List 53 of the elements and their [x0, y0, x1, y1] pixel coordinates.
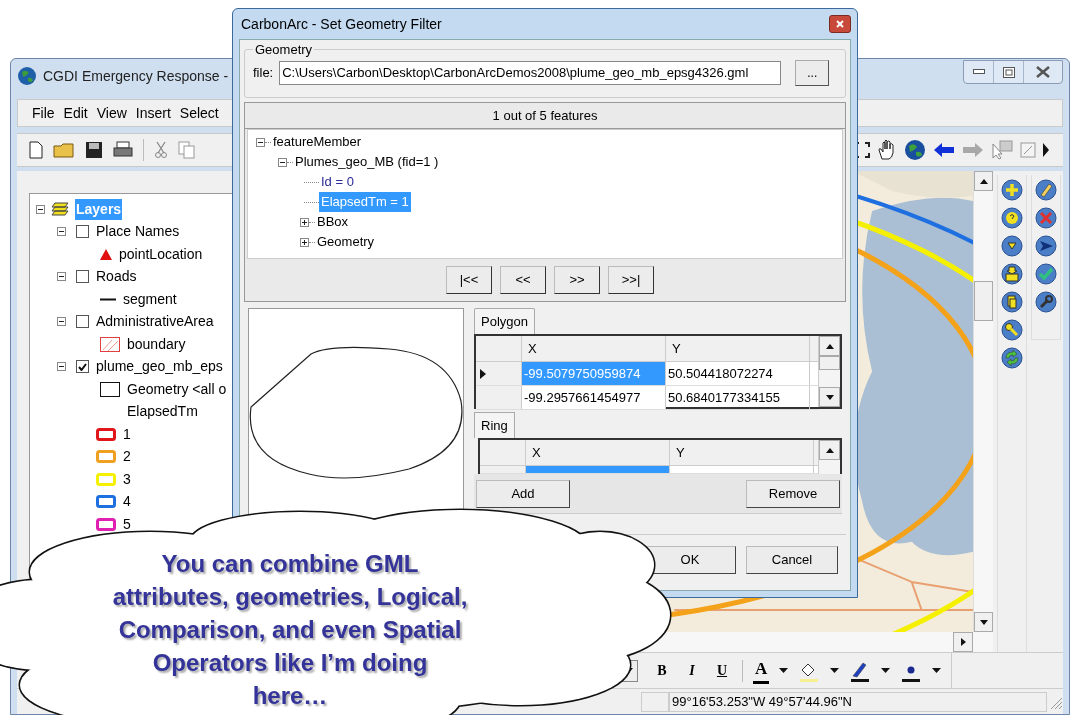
layer-item[interactable]: Place Names	[95, 221, 181, 243]
menu-item[interactable]: Select	[179, 102, 219, 124]
remove-button[interactable]: Remove	[746, 479, 840, 508]
menu-item[interactable]: Edit	[63, 102, 88, 124]
table-cell[interactable]: 50.6840177334155	[666, 386, 810, 409]
tree-item[interactable]: Id = 0	[319, 172, 356, 192]
italic-button[interactable]: I	[682, 659, 702, 682]
legend-item[interactable]: boundary	[126, 333, 187, 355]
legend-item[interactable]: 1	[122, 423, 132, 445]
tab[interactable]: Ring	[474, 412, 515, 438]
coordinates-text: 99°16'53.253"W 49°57'44.96"N	[669, 691, 1047, 712]
navigation-button[interactable]: >>|	[608, 266, 654, 294]
navigation-button[interactable]: >>	[554, 266, 600, 294]
callout-text: You can combine GML attributes, geometries, Logical, Comparison, and even Spatial Operators like I’m doing here…	[112, 549, 468, 711]
font-color-button[interactable]: A	[753, 657, 770, 684]
legend-item[interactable]: pointLocation	[118, 243, 204, 265]
legend-item[interactable]: Geometry <all o	[126, 378, 228, 400]
group-label: Geometry	[254, 41, 314, 59]
tree-item[interactable]: BBox	[315, 212, 351, 232]
tree-item[interactable]: featureMember	[271, 132, 364, 152]
tab[interactable]: Polygon	[474, 308, 535, 334]
legend-item[interactable]: ElapsedTm	[126, 401, 199, 423]
cancel-button[interactable]: Cancel	[746, 545, 838, 574]
menu-item[interactable]: View	[96, 102, 127, 124]
legend-item[interactable]: 3	[122, 468, 132, 490]
dialog-title: CarbonArc - Set Geometry Filter	[240, 14, 442, 34]
underline-button[interactable]: U	[712, 659, 732, 682]
navigation-button[interactable]: <<	[500, 266, 546, 294]
layer-item[interactable]: Roads	[95, 266, 138, 288]
menu-item[interactable]: Insert	[135, 102, 171, 124]
table-cell[interactable]: 50.504418072274	[666, 362, 810, 385]
tree-item[interactable]: Plumes_geo_MB (fid=1 )	[293, 152, 441, 172]
column-header: X	[526, 440, 670, 465]
field-label: file:	[253, 63, 274, 82]
column-header: Y	[666, 336, 810, 361]
bold-button[interactable]: B	[652, 659, 672, 682]
layer-item[interactable]: AdministrativeArea	[95, 311, 215, 333]
layer-item[interactable]: plume_geo_mb_eps	[95, 356, 224, 378]
legend-item[interactable]: 5	[122, 513, 132, 535]
window-title: CGDI Emergency Response -	[43, 66, 229, 86]
legend-item[interactable]: segment	[122, 288, 178, 310]
table-cell[interactable]: -99.2957661454977	[522, 386, 666, 409]
navigation-button[interactable]: |<<	[446, 266, 492, 294]
column-header: Y	[670, 440, 814, 465]
tree-item[interactable]: Geometry	[315, 232, 377, 252]
legend-item[interactable]: 4	[122, 491, 132, 513]
menu-item[interactable]: File	[32, 102, 55, 124]
column-header: X	[522, 336, 666, 361]
legend-item[interactable]: 2	[122, 446, 132, 468]
browse-button[interactable]: ...	[795, 59, 830, 86]
add-button[interactable]: Add	[476, 479, 570, 508]
file-path-field[interactable]: C:\Users\Carbon\Desktop\CarbonArcDemos2008\plume_geo_mb_epsg4326.gml	[279, 60, 782, 85]
ok-button[interactable]: OK	[644, 545, 736, 574]
